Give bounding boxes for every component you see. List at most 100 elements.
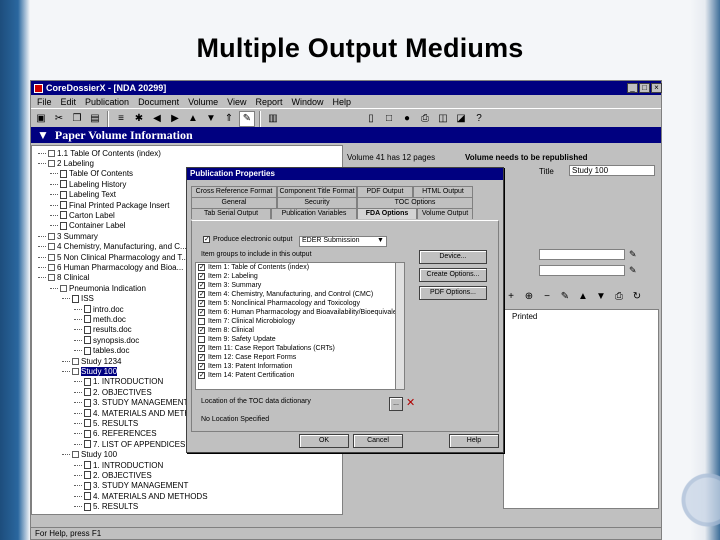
tree-node[interactable]: meth.doc bbox=[74, 314, 126, 324]
tree-node[interactable]: Pneumonia Indication bbox=[50, 283, 146, 293]
tree-node[interactable]: 6. REFERENCES bbox=[74, 429, 157, 439]
property-dropdown-1[interactable] bbox=[539, 249, 625, 260]
tree-node[interactable]: ISS bbox=[62, 294, 94, 304]
tree-node[interactable]: Labeling History bbox=[50, 179, 126, 189]
tree-node[interactable]: synopsis.doc bbox=[74, 335, 139, 345]
print-icon[interactable]: ⎙ bbox=[611, 289, 627, 305]
item-checkbox[interactable]: ✓ bbox=[198, 309, 205, 316]
list-item[interactable]: ✓ Item 11: Case Report Tabulations (CRTs) bbox=[196, 344, 404, 353]
list-item[interactable]: ✓ Item 12: Case Report Forms bbox=[196, 353, 404, 362]
help-button[interactable]: Help bbox=[449, 434, 499, 448]
tab-component-title[interactable]: Component Title Format bbox=[277, 186, 357, 197]
tab-html-output[interactable]: HTML Output bbox=[413, 186, 473, 197]
cancel-button[interactable]: Cancel bbox=[353, 434, 403, 448]
item-checkbox[interactable]: ✓ bbox=[198, 300, 205, 307]
ok-button[interactable]: OK bbox=[299, 434, 349, 448]
tree-node[interactable]: 4. MATERIALS AND METHODS bbox=[74, 491, 208, 501]
tree-node[interactable]: Labeling Text bbox=[50, 190, 116, 200]
list-item[interactable]: ✓ Item 8: Clinical bbox=[196, 326, 404, 335]
create-options-button[interactable]: Create Options... bbox=[419, 268, 487, 282]
edit-icon[interactable]: ✎ bbox=[629, 265, 637, 276]
menu-edit[interactable]: Edit bbox=[61, 97, 77, 107]
item-checkbox[interactable]: ✓ bbox=[198, 345, 205, 352]
list-item[interactable]: Item 9: Safety Update bbox=[196, 335, 404, 344]
item-checkbox[interactable]: ✓ bbox=[198, 363, 205, 370]
doc-icon[interactable]: ▯ bbox=[363, 111, 379, 127]
menu-help[interactable]: Help bbox=[333, 97, 352, 107]
list-item[interactable]: ✓ Item 4: Chemistry, Manufacturing, and C… bbox=[196, 290, 404, 299]
up-arrow-icon[interactable]: ▲ bbox=[185, 111, 201, 127]
menu-window[interactable]: Window bbox=[292, 97, 324, 107]
property-dropdown-2[interactable] bbox=[539, 265, 625, 276]
back-arrow-icon[interactable]: ◀ bbox=[149, 111, 165, 127]
maximize-button[interactable]: □ bbox=[639, 83, 650, 93]
electronic-output-select[interactable]: EDER Submission bbox=[299, 236, 387, 247]
refresh-icon[interactable]: ↻ bbox=[629, 289, 645, 305]
tree-node[interactable]: Study 100 bbox=[62, 450, 117, 460]
tree-node[interactable]: 5. RESULTS bbox=[74, 418, 138, 428]
insert-icon[interactable]: ⊕ bbox=[521, 289, 537, 305]
chevron-down-icon[interactable]: ▼ bbox=[37, 128, 49, 143]
cut-icon[interactable]: ✂ bbox=[51, 111, 67, 127]
tree-node[interactable]: 3 Summary bbox=[38, 231, 98, 241]
edit-icon[interactable]: ✎ bbox=[557, 289, 573, 305]
tree-node[interactable]: Final Printed Package Insert bbox=[50, 200, 170, 210]
tree-node[interactable]: 5 Non Clinical Pharmacology and T... bbox=[38, 252, 188, 262]
tree-node[interactable]: 3. STUDY MANAGEMENT bbox=[74, 398, 188, 408]
tab-security[interactable]: Security bbox=[277, 197, 357, 208]
tree-node[interactable]: 2. OBJECTIVES bbox=[74, 387, 152, 397]
stop-icon[interactable]: ● bbox=[399, 111, 415, 127]
preview-icon[interactable]: ◫ bbox=[435, 111, 451, 127]
list-item[interactable]: ✓ Item 5: Nonclinical Pharmacology and To… bbox=[196, 299, 404, 308]
tree-node[interactable]: Study 100 bbox=[62, 366, 118, 376]
item-checkbox[interactable]: ✓ bbox=[198, 327, 205, 334]
menu-report[interactable]: Report bbox=[255, 97, 282, 107]
tree-node[interactable]: 7. LIST OF APPENDICES bbox=[74, 439, 185, 449]
item-checkbox[interactable]: ✓ bbox=[198, 264, 205, 271]
tree-node[interactable]: 4 Chemistry, Manufacturing, and C... bbox=[38, 242, 187, 252]
print-icon[interactable]: ⎙ bbox=[417, 111, 433, 127]
list-scrollbar[interactable] bbox=[395, 263, 404, 389]
list-item[interactable]: ✓ Item 2: Labeling bbox=[196, 272, 404, 281]
list-item[interactable]: ✓ Item 13: Patent Information bbox=[196, 362, 404, 371]
tab-general[interactable]: General bbox=[191, 197, 277, 208]
tree-node[interactable]: 3. STUDY MANAGEMENT bbox=[74, 481, 188, 491]
browse-button[interactable]: ... bbox=[389, 397, 403, 411]
volume-icon[interactable]: ▥ bbox=[265, 111, 281, 127]
tree-node[interactable]: Carton Label bbox=[50, 210, 115, 220]
tree-node[interactable]: 8 Clinical bbox=[38, 273, 89, 283]
down-arrow-icon[interactable]: ▼ bbox=[203, 111, 219, 127]
tree-node[interactable]: results.doc bbox=[74, 325, 132, 335]
tree-node[interactable]: Study 1234 bbox=[62, 356, 121, 366]
minimize-button[interactable]: _ bbox=[627, 83, 638, 93]
copy-icon[interactable]: ❐ bbox=[69, 111, 85, 127]
tree-node[interactable]: 1.1 Table Of Contents (index) bbox=[38, 148, 161, 158]
menu-publication[interactable]: Publication bbox=[85, 97, 129, 107]
item-checkbox[interactable] bbox=[198, 336, 205, 343]
menu-volume[interactable]: Volume bbox=[188, 97, 218, 107]
tab-pdf-output[interactable]: PDF Output bbox=[357, 186, 413, 197]
list-item[interactable]: Item 7: Clinical Microbiology bbox=[196, 317, 404, 326]
tree-node[interactable]: Table Of Contents bbox=[50, 169, 133, 179]
tab-cross-reference[interactable]: Cross Reference Format Change bbox=[191, 186, 277, 205]
move-down-icon[interactable]: ▼ bbox=[593, 289, 609, 305]
edit-icon[interactable]: ✎ bbox=[629, 249, 637, 260]
title-field[interactable]: Study 100 bbox=[569, 165, 655, 176]
pdf-options-button[interactable]: PDF Options... bbox=[419, 286, 487, 300]
publish-icon[interactable]: ✎ bbox=[239, 111, 255, 127]
tab-publication-variables[interactable]: Publication Variables bbox=[271, 208, 357, 219]
clear-icon[interactable]: ✕ bbox=[406, 396, 415, 409]
electronic-output-checkbox[interactable]: ✓ bbox=[203, 236, 210, 243]
tab-toc-options[interactable]: TOC Options bbox=[357, 197, 473, 208]
tree-node[interactable]: 1. INTRODUCTION bbox=[74, 460, 163, 470]
list-item[interactable]: ✓ Item 6: Human Pharmacology and Bioavail… bbox=[196, 308, 404, 317]
paste-icon[interactable]: ▤ bbox=[87, 111, 103, 127]
close-button[interactable]: × bbox=[651, 83, 662, 93]
item-checkbox[interactable]: ✓ bbox=[198, 273, 205, 280]
item-groups-list[interactable]: ✓ Item 1: Table of Contents (index) ✓ Item … bbox=[195, 262, 405, 390]
item-checkbox[interactable]: ✓ bbox=[198, 282, 205, 289]
move-up-icon[interactable]: ⇑ bbox=[221, 111, 237, 127]
tree-node[interactable]: 6 Human Pharmacology and Bioa... bbox=[38, 262, 183, 272]
device-button[interactable]: Device... bbox=[419, 250, 487, 264]
list-item[interactable]: ✓ Item 14: Patent Certification bbox=[196, 371, 404, 380]
